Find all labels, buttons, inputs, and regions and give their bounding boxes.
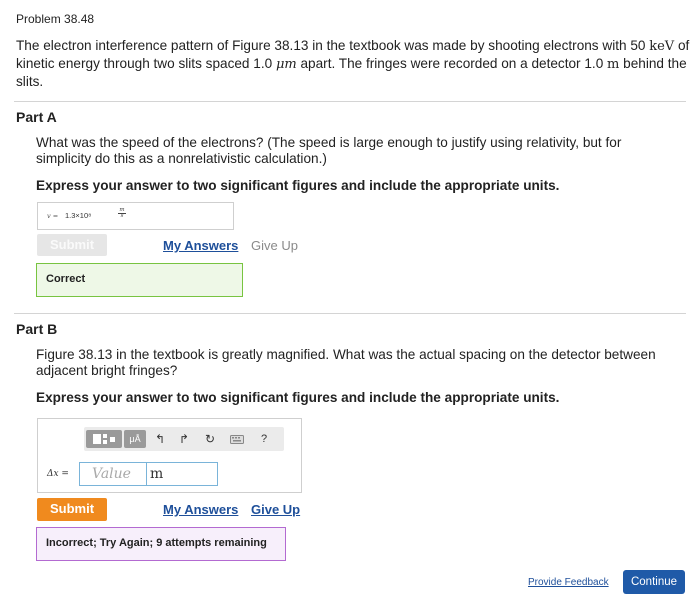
- part-b-unit-input[interactable]: m: [147, 462, 218, 486]
- units-icon[interactable]: μÅ: [124, 430, 146, 448]
- part-b-title: Part B: [16, 321, 58, 337]
- templates-icon[interactable]: [86, 430, 122, 448]
- part-b-instruction: Express your answer to two significant f…: [36, 390, 560, 405]
- part-b-variable-label: Δx =: [47, 469, 69, 479]
- unit-denominator: s: [120, 213, 124, 219]
- reset-icon[interactable]: ↻: [202, 430, 218, 448]
- part-a-my-answers-link[interactable]: My Answers: [163, 238, 238, 253]
- part-b-feedback-incorrect: Incorrect; Try Again; 9 attempts remaini…: [36, 527, 286, 561]
- problem-statement: The electron interference pattern of Fig…: [16, 37, 691, 90]
- problem-text-1: The electron interference pattern of Fig…: [16, 38, 650, 53]
- part-b-give-up-link[interactable]: Give Up: [251, 502, 300, 517]
- part-a-answer-value: 1.3×10⁸: [65, 211, 92, 220]
- distance-unit: m: [607, 57, 620, 72]
- undo-icon[interactable]: ↰: [152, 430, 168, 448]
- part-b-question: Figure 38.13 in the textbook is greatly …: [36, 347, 656, 378]
- spacing-unit: μm: [275, 57, 297, 72]
- divider-part-a: [14, 101, 686, 102]
- energy-unit: keV: [649, 39, 675, 54]
- part-a-submit-button[interactable]: Submit: [37, 234, 107, 256]
- part-a-instruction: Express your answer to two significant f…: [36, 178, 560, 193]
- redo-icon[interactable]: ↱: [176, 430, 192, 448]
- part-b-my-answers-link[interactable]: My Answers: [163, 502, 238, 517]
- help-icon[interactable]: ?: [256, 430, 272, 448]
- problem-text-3: apart. The fringes were recorded on a de…: [296, 56, 608, 71]
- part-a-answer-variable: v =: [47, 212, 59, 220]
- keyboard-icon[interactable]: [228, 430, 246, 448]
- part-a-title: Part A: [16, 109, 57, 125]
- math-toolbar: μÅ ↰ ↱ ↻ ?: [84, 427, 284, 451]
- divider-part-b: [14, 313, 686, 314]
- continue-button[interactable]: Continue: [623, 570, 685, 594]
- part-a-feedback-correct: Correct: [36, 263, 243, 297]
- part-b-value-input[interactable]: Value: [79, 462, 147, 486]
- problem-label: Problem 38.48: [16, 12, 95, 26]
- part-b-submit-button[interactable]: Submit: [37, 498, 107, 521]
- part-a-answer-unit: m s: [118, 207, 126, 219]
- part-a-give-up-link: Give Up: [251, 238, 298, 253]
- part-a-question: What was the speed of the electrons? (Th…: [36, 135, 622, 166]
- part-a-answer-box: v = 1.3×10⁸ m s: [37, 202, 234, 230]
- provide-feedback-link[interactable]: Provide Feedback: [528, 577, 609, 588]
- part-b-answer-editor: μÅ ↰ ↱ ↻ ? Δx = Value m: [37, 418, 302, 493]
